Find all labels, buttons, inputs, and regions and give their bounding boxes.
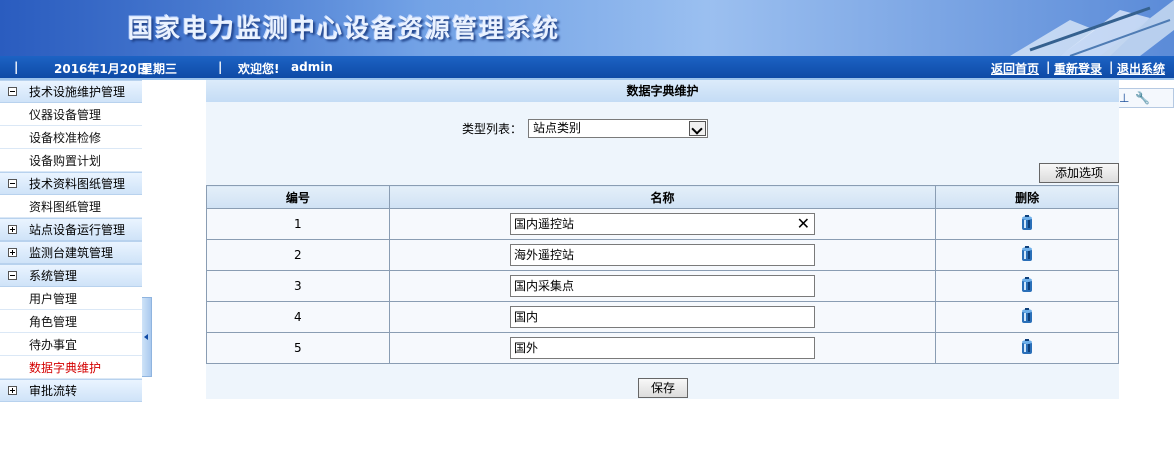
column-header-delete: 删除 bbox=[935, 185, 1119, 209]
table-row: 1 国内遥控站 ✕ bbox=[206, 208, 1119, 240]
header-banner: 国家电力监测中心设备资源管理系统 bbox=[0, 0, 1174, 56]
sidebar-group-label: 站点设备运行管理 bbox=[29, 223, 126, 237]
name-cell: 国内采集点 bbox=[388, 270, 937, 302]
table-row: 3 国内采集点 bbox=[206, 270, 1119, 302]
save-button[interactable]: 保存 bbox=[638, 378, 688, 398]
trash-bin-icon[interactable] bbox=[1020, 276, 1034, 293]
sidebar-item-roles[interactable]: 角色管理 bbox=[0, 310, 142, 333]
app-title: 国家电力监测中心设备资源管理系统 bbox=[128, 14, 561, 43]
name-input-value: 海外遥控站 bbox=[513, 248, 574, 262]
sidebar-menu: 技术设施维护管理 仪器设备管理 设备校准检修 设备购置计划 技术资料图纸管理 资… bbox=[0, 80, 142, 468]
separator: | bbox=[1109, 60, 1114, 74]
separator: | bbox=[218, 60, 223, 74]
separator: | bbox=[1046, 60, 1051, 74]
delete-cell bbox=[935, 301, 1119, 333]
sidebar-item-instrument[interactable]: 仪器设备管理 bbox=[0, 103, 142, 126]
name-input[interactable]: 国内遥控站 ✕ bbox=[509, 213, 815, 235]
collapse-toggle-icon[interactable] bbox=[8, 87, 17, 96]
delete-cell bbox=[935, 208, 1119, 240]
type-filter-row: 类型列表： 站点类别 bbox=[462, 119, 709, 138]
name-cell: 国外 bbox=[388, 332, 937, 364]
sidebar-group-label: 技术设施维护管理 bbox=[29, 85, 126, 99]
sidebar-item-users[interactable]: 用户管理 bbox=[0, 287, 142, 310]
expand-toggle-icon[interactable] bbox=[8, 225, 17, 234]
trash-bin-icon[interactable] bbox=[1020, 245, 1034, 262]
clear-x-icon[interactable]: ✕ bbox=[797, 214, 810, 234]
ime-settings-icon[interactable]: 🔧 bbox=[1135, 91, 1150, 105]
main-panel: 数据字典维护 类型列表： 站点类别 添加选项 编号 名称 删除 1 国内遥控站 … bbox=[206, 80, 1119, 399]
separator: | bbox=[14, 60, 19, 74]
sidebar-item-purchase-plan[interactable]: 设备购置计划 bbox=[0, 149, 142, 172]
row-id: 3 bbox=[206, 270, 390, 302]
name-cell: 国内遥控站 ✕ bbox=[388, 208, 937, 240]
sidebar-collapse-handle[interactable] bbox=[142, 297, 152, 377]
username: admin bbox=[291, 60, 333, 74]
row-id: 2 bbox=[206, 239, 390, 271]
home-link[interactable]: 返回首页 bbox=[991, 62, 1039, 76]
welcome-text: 欢迎您! bbox=[238, 62, 280, 76]
name-input[interactable]: 海外遥控站 bbox=[509, 244, 815, 266]
trash-bin-icon[interactable] bbox=[1020, 338, 1034, 355]
sidebar-group-approval[interactable]: 审批流转 bbox=[0, 379, 142, 402]
column-header-id: 编号 bbox=[206, 185, 390, 209]
name-cell: 国内 bbox=[388, 301, 937, 333]
type-list-select[interactable]: 站点类别 bbox=[528, 119, 709, 138]
table-row: 5 国外 bbox=[206, 332, 1119, 364]
logout-link[interactable]: 退出系统 bbox=[1117, 62, 1165, 76]
collapse-toggle-icon[interactable] bbox=[8, 271, 17, 280]
sidebar-item-calibration[interactable]: 设备校准检修 bbox=[0, 126, 142, 149]
delete-cell bbox=[935, 239, 1119, 271]
sidebar-group-facility[interactable]: 技术设施维护管理 bbox=[0, 80, 142, 103]
row-id: 4 bbox=[206, 301, 390, 333]
expand-toggle-icon[interactable] bbox=[8, 248, 17, 257]
name-input-value: 国内 bbox=[513, 310, 538, 324]
table-row: 2 海外遥控站 bbox=[206, 239, 1119, 271]
delete-cell bbox=[935, 332, 1119, 364]
sidebar-group-building[interactable]: 监测台建筑管理 bbox=[0, 241, 142, 264]
table-row: 4 国内 bbox=[206, 301, 1119, 333]
sidebar-group-label: 技术资料图纸管理 bbox=[29, 177, 126, 191]
row-id: 1 bbox=[206, 208, 390, 240]
page-title: 数据字典维护 bbox=[206, 80, 1119, 102]
sidebar-group-label: 系统管理 bbox=[29, 269, 78, 283]
column-header-name: 名称 bbox=[388, 185, 937, 209]
sidebar-group-documents[interactable]: 技术资料图纸管理 bbox=[0, 172, 142, 195]
current-date: 2016年1月20日 bbox=[54, 62, 149, 76]
type-list-label: 类型列表： bbox=[462, 122, 523, 136]
row-id: 5 bbox=[206, 332, 390, 364]
name-input-value: 国内采集点 bbox=[513, 279, 574, 293]
trash-bin-icon[interactable] bbox=[1020, 214, 1034, 231]
sidebar-group-system[interactable]: 系统管理 bbox=[0, 264, 142, 287]
current-weekday: 星期三 bbox=[141, 62, 178, 76]
collapse-toggle-icon[interactable] bbox=[8, 179, 17, 188]
name-cell: 海外遥控站 bbox=[388, 239, 937, 271]
expand-toggle-icon[interactable] bbox=[8, 386, 17, 395]
banner-decoration bbox=[1010, 0, 1174, 56]
name-input-value: 国内遥控站 bbox=[513, 217, 574, 231]
ime-split-icon[interactable]: ⊥ bbox=[1119, 91, 1129, 105]
sidebar-item-data-dictionary[interactable]: 数据字典维护 bbox=[0, 356, 142, 379]
add-option-button[interactable]: 添加选项 bbox=[1039, 163, 1119, 183]
trash-bin-icon[interactable] bbox=[1020, 307, 1034, 324]
sidebar-group-station-ops[interactable]: 站点设备运行管理 bbox=[0, 218, 142, 241]
sidebar-item-todo[interactable]: 待办事宜 bbox=[0, 333, 142, 356]
chevron-down-icon[interactable] bbox=[689, 121, 707, 136]
dictionary-table: 编号 名称 删除 1 国内遥控站 ✕ 2 海外遥控站 3 国内采集点 4 国内 … bbox=[206, 185, 1119, 364]
relogin-link[interactable]: 重新登录 bbox=[1054, 62, 1102, 76]
sidebar-item-drawings[interactable]: 资料图纸管理 bbox=[0, 195, 142, 218]
name-input[interactable]: 国内采集点 bbox=[509, 275, 815, 297]
delete-cell bbox=[935, 270, 1119, 302]
sidebar-group-label: 审批流转 bbox=[29, 384, 78, 398]
status-bar: | 2016年1月20日 星期三 | 欢迎您! admin 返回首页 | 重新登… bbox=[0, 56, 1174, 78]
name-input[interactable]: 国内 bbox=[509, 306, 815, 328]
type-select-value: 站点类别 bbox=[533, 121, 582, 135]
name-input[interactable]: 国外 bbox=[509, 337, 815, 359]
name-input-value: 国外 bbox=[513, 341, 538, 355]
sidebar-group-label: 监测台建筑管理 bbox=[29, 246, 114, 260]
